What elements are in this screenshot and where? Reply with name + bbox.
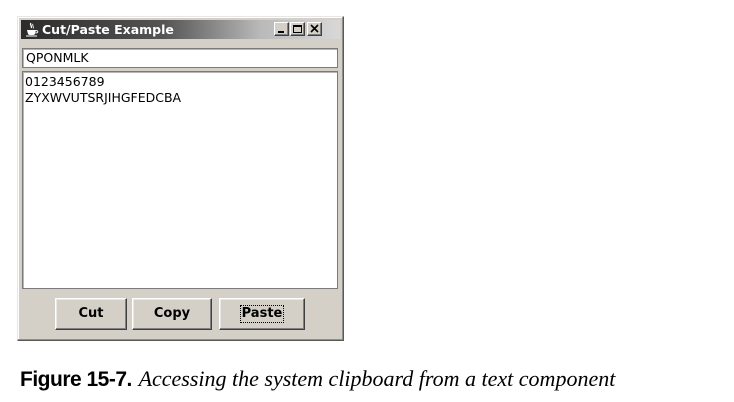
figure-caption-text: Accessing the system clipboard from a te…	[138, 366, 616, 391]
copy-button[interactable]: Copy	[132, 298, 212, 330]
maximize-button[interactable]	[290, 22, 305, 36]
cut-button[interactable]: Cut	[55, 298, 127, 330]
minimize-icon	[278, 31, 284, 33]
close-icon	[310, 24, 319, 33]
maximize-icon	[293, 25, 302, 33]
text-field[interactable]: QPONMLK	[22, 48, 338, 68]
text-area-line: ZYXWVUTSRJIHGFEDCBA	[25, 90, 182, 105]
close-button[interactable]	[307, 22, 322, 36]
cut-paste-window: Cut/Paste Example QPONMLK 0123456789 ZYX…	[17, 16, 344, 341]
paste-button-label: Paste	[239, 305, 285, 323]
minimize-button[interactable]	[274, 22, 289, 36]
java-cup-icon[interactable]	[25, 22, 39, 37]
figure-caption: Figure 15-7. Accessing the system clipbo…	[20, 366, 615, 393]
window-title: Cut/Paste Example	[42, 22, 174, 37]
figure-label: Figure 15-7.	[20, 368, 132, 391]
paste-button[interactable]: Paste	[219, 298, 305, 330]
title-bar[interactable]: Cut/Paste Example	[21, 20, 340, 39]
text-area-line: 0123456789	[25, 74, 105, 89]
text-area[interactable]: 0123456789 ZYXWVUTSRJIHGFEDCBA	[22, 71, 338, 289]
